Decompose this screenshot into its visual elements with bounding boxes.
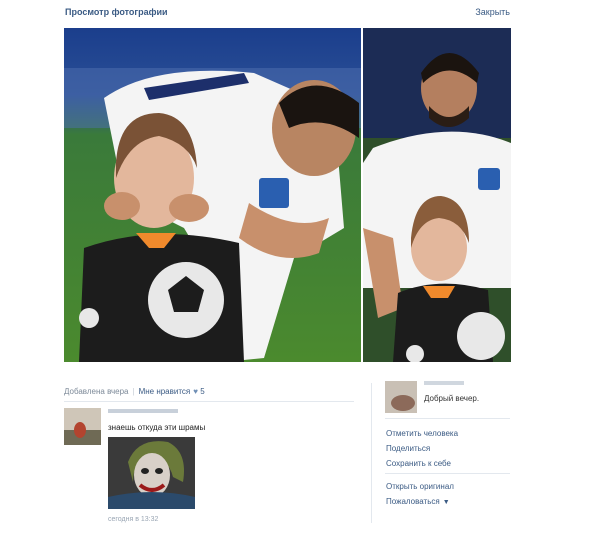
comment-timestamp[interactable]: сегодня в 13:32	[108, 516, 158, 523]
owner-name[interactable]	[424, 381, 464, 385]
divider	[385, 473, 510, 474]
page-title: Просмотр фотографии	[65, 7, 168, 17]
like-count[interactable]: 5	[200, 387, 204, 396]
photo-meta: Добавлена вчера | Мне нравится ♥ 5	[64, 387, 205, 396]
added-date: Добавлена вчера	[64, 387, 129, 396]
comment-avatar[interactable]	[64, 408, 101, 445]
photo-caption: Добрый вечер.	[424, 394, 480, 403]
share-link[interactable]: Поделиться	[386, 444, 430, 453]
divider	[385, 418, 510, 419]
divider	[64, 401, 354, 402]
chevron-down-icon: ▼	[442, 499, 450, 506]
tag-person-link[interactable]: Отметить человека	[386, 429, 458, 438]
divider	[371, 383, 372, 523]
open-original-link[interactable]: Открыть оригинал	[386, 482, 454, 491]
comment-author-name[interactable]	[108, 409, 178, 413]
report-link[interactable]: Пожаловаться ▼	[386, 497, 450, 506]
save-to-album-link[interactable]: Сохранить к себе	[386, 459, 451, 468]
report-label: Пожаловаться	[386, 497, 440, 506]
comment-text: знаешь откуда эти шрамы	[108, 423, 206, 432]
comment-image[interactable]	[108, 437, 195, 509]
owner-avatar[interactable]	[385, 381, 417, 413]
heart-icon[interactable]: ♥	[193, 387, 198, 396]
main-photo-left[interactable]	[64, 28, 361, 362]
close-button[interactable]: Закрыть	[475, 7, 510, 17]
like-button[interactable]: Мне нравится	[139, 387, 191, 396]
main-photo-right[interactable]	[363, 28, 511, 362]
